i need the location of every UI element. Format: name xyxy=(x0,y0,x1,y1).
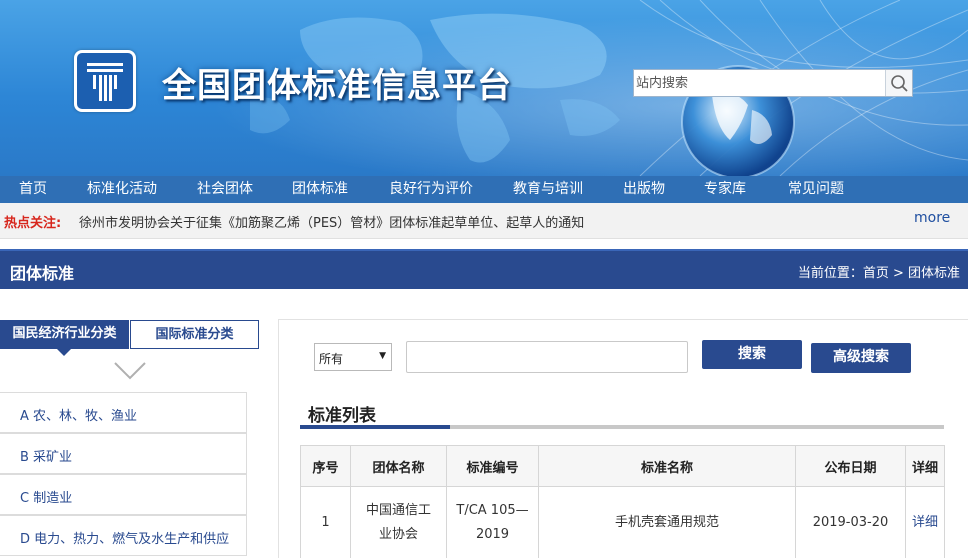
nav-item-evaluation[interactable]: 良好行为评价 xyxy=(389,176,473,203)
cell-code: T/CA 105— 2019 xyxy=(446,486,539,558)
breadcrumb: 当前位置：首页 > 团体标准 xyxy=(797,266,960,281)
category-label: B 采矿业 xyxy=(20,450,73,465)
category-item[interactable]: A 农、林、牧、渔业 xyxy=(0,392,247,433)
header-banner: 全国团体标准信息平台 xyxy=(0,0,968,176)
cell-org-line1: 中国通信工 xyxy=(365,502,431,518)
standards-table: 序号 团体名称 标准编号 标准名称 公布日期 详细 1 中国通信工 业协会 T/… xyxy=(300,445,945,558)
tab-international-classification[interactable]: 国际标准分类 xyxy=(130,320,259,349)
search-input[interactable] xyxy=(634,70,886,96)
table-row: 1 中国通信工 业协会 T/CA 105— 2019 手机壳套通用规范 2019… xyxy=(300,486,945,558)
hot-topic-link[interactable]: 徐州市发明协会关于征集《加筋聚乙烯（PES）管材》团体标准起草单位、起草人的通知 xyxy=(79,212,584,231)
site-title: 全国团体标准信息平台 xyxy=(162,66,512,106)
nav-item-experts[interactable]: 专家库 xyxy=(704,176,746,203)
main-nav: 首页 标准化活动 社会团体 团体标准 良好行为评价 教育与培训 出版物 专家库 … xyxy=(0,176,968,203)
tab-industry-classification[interactable]: 国民经济行业分类 xyxy=(0,320,129,349)
search-button[interactable] xyxy=(885,70,912,96)
category-label: C 制造业 xyxy=(20,491,73,506)
nav-item-group-standards[interactable]: 团体标准 xyxy=(292,176,348,203)
category-item[interactable]: C 制造业 xyxy=(0,474,247,515)
cell-code-line2: 2019 xyxy=(475,526,510,542)
category-item[interactable]: D 电力、热力、燃气及水生产和供应 xyxy=(0,515,247,556)
nav-item-home[interactable]: 首页 xyxy=(19,176,47,203)
nav-item-standardization[interactable]: 标准化活动 xyxy=(87,176,157,203)
keyword-input[interactable] xyxy=(406,341,688,373)
column-header-no: 序号 xyxy=(300,445,351,487)
scope-select-value: 所有 xyxy=(319,352,344,366)
cell-no: 1 xyxy=(300,486,351,558)
table-header-row: 序号 团体名称 标准编号 标准名称 公布日期 详细 xyxy=(300,445,945,487)
section-header: 团体标准 当前位置：首页 > 团体标准 xyxy=(0,249,968,289)
category-label: A 农、林、牧、渔业 xyxy=(20,409,138,424)
nav-item-faq[interactable]: 常见问题 xyxy=(788,176,844,203)
category-item[interactable]: B 采矿业 xyxy=(0,433,247,474)
column-header-detail: 详细 xyxy=(905,445,945,487)
tab-pointer xyxy=(57,349,71,356)
site-logo[interactable] xyxy=(74,50,136,112)
column-header-date: 公布日期 xyxy=(795,445,906,487)
page: 全国团体标准信息平台 首页 标准化活动 社会团体 团体标准 良好行为评价 教育与… xyxy=(0,0,968,558)
column-header-org: 团体名称 xyxy=(350,445,447,487)
hot-topics-label: 热点关注: xyxy=(4,216,62,231)
cell-date: 2019-03-20 xyxy=(795,486,906,558)
column-header-name: 标准名称 xyxy=(538,445,796,487)
cell-org-line2: 业协会 xyxy=(378,526,418,542)
cell-org: 中国通信工 业协会 xyxy=(350,486,447,558)
cell-name: 手机壳套通用规范 xyxy=(538,486,796,558)
category-label: D 电力、热力、燃气及水生产和供应 xyxy=(20,532,230,547)
site-search xyxy=(633,69,913,97)
cell-code-line1: T/CA 105— xyxy=(456,502,529,518)
advanced-search-button[interactable]: 高级搜索 xyxy=(811,343,911,373)
nav-item-education[interactable]: 教育与培训 xyxy=(513,176,583,203)
nav-item-organizations[interactable]: 社会团体 xyxy=(197,176,253,203)
list-title-accent xyxy=(300,425,450,429)
search-submit-button[interactable]: 搜索 xyxy=(702,340,802,369)
list-title: 标准列表 xyxy=(308,406,376,426)
search-icon xyxy=(891,75,908,92)
page-title: 团体标准 xyxy=(10,264,75,283)
column-header-code: 标准编号 xyxy=(446,445,539,487)
hot-topics-bar: 热点关注: 徐州市发明协会关于征集《加筋聚乙烯（PES）管材》团体标准起草单位、… xyxy=(0,203,968,239)
dropdown-arrow-icon: ▼ xyxy=(379,351,386,361)
platform-logo-icon xyxy=(87,63,123,101)
nav-item-publications[interactable]: 出版物 xyxy=(623,176,665,203)
scope-select[interactable]: 所有 ▼ xyxy=(314,343,392,371)
detail-link[interactable]: 详细 xyxy=(905,486,945,558)
more-link[interactable]: more xyxy=(914,210,950,226)
chevron-down-icon[interactable] xyxy=(112,360,148,382)
